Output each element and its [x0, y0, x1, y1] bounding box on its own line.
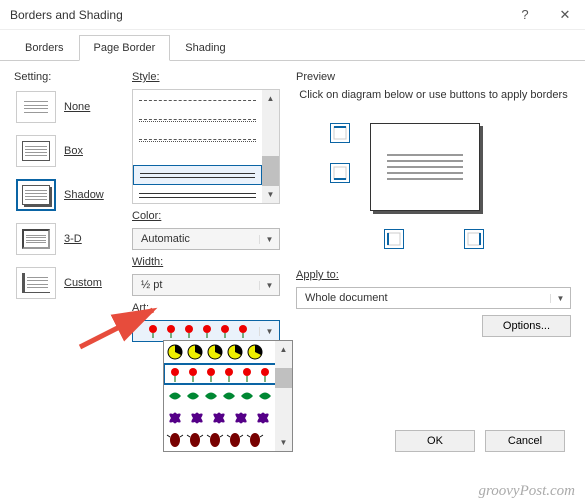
art-option-bugs[interactable]	[164, 429, 275, 451]
chevron-down-icon: ▼	[550, 294, 570, 303]
scroll-down-icon[interactable]: ▼	[262, 186, 279, 203]
scroll-down-icon[interactable]: ▼	[275, 434, 292, 451]
art-option-butterflies[interactable]	[164, 407, 275, 429]
art-dropdown[interactable]: ▼	[132, 320, 280, 342]
border-bottom-toggle[interactable]	[330, 163, 350, 183]
border-left-toggle[interactable]	[384, 229, 404, 249]
setting-none[interactable]: None	[14, 89, 124, 125]
art-label: Art:	[132, 302, 280, 314]
scroll-up-icon[interactable]: ▲	[262, 90, 279, 107]
setting-3d[interactable]: 3-D	[14, 221, 124, 257]
cancel-button[interactable]: Cancel	[485, 430, 565, 452]
preview-label: Preview	[296, 71, 571, 83]
color-value: Automatic	[141, 233, 190, 245]
close-button[interactable]: ✕	[545, 0, 585, 30]
setting-shadow[interactable]: Shadow	[14, 177, 124, 213]
border-right-toggle[interactable]	[464, 229, 484, 249]
border-top-toggle[interactable]	[330, 123, 350, 143]
chevron-down-icon: ▼	[259, 235, 279, 244]
art-list-scrollbar[interactable]: ▲ ▼	[275, 341, 292, 451]
art-option-leaves[interactable]	[164, 385, 275, 407]
chevron-down-icon: ▼	[259, 327, 279, 336]
setting-item-label: Shadow	[64, 189, 104, 201]
art-option-hazard[interactable]	[164, 341, 275, 363]
apply-to-value: Whole document	[305, 292, 388, 304]
apply-to-label: Apply to:	[296, 269, 571, 281]
color-label: Color:	[132, 210, 280, 222]
setting-item-label: None	[64, 101, 90, 113]
setting-custom[interactable]: Custom	[14, 265, 124, 301]
style-list[interactable]: ▲ ▼	[132, 89, 280, 204]
width-label: Width:	[132, 256, 280, 268]
watermark: groovyPost.com	[478, 483, 575, 500]
tab-shading[interactable]: Shading	[170, 35, 240, 61]
options-button[interactable]: Options...	[482, 315, 571, 337]
chevron-down-icon: ▼	[259, 281, 279, 290]
setting-label: Setting:	[14, 71, 124, 83]
setting-box[interactable]: Box	[14, 133, 124, 169]
width-dropdown[interactable]: ½ pt ▼	[132, 274, 280, 296]
preview-instruction: Click on diagram below or use buttons to…	[296, 89, 571, 101]
art-dropdown-list[interactable]: ▲ ▼	[163, 340, 293, 452]
scroll-up-icon[interactable]: ▲	[275, 341, 292, 358]
window-title: Borders and Shading	[10, 8, 505, 22]
art-selected-preview-icon	[145, 323, 255, 339]
art-option-flowers[interactable]	[164, 363, 275, 385]
setting-item-label: Custom	[64, 277, 102, 289]
preview-diagram[interactable]	[370, 123, 480, 211]
help-button[interactable]: ?	[505, 0, 545, 30]
setting-item-label: 3-D	[64, 233, 82, 245]
color-dropdown[interactable]: Automatic ▼	[132, 228, 280, 250]
style-label: Style:	[132, 71, 280, 83]
apply-to-dropdown[interactable]: Whole document ▼	[296, 287, 571, 309]
width-value: ½ pt	[141, 279, 162, 291]
style-scrollbar[interactable]: ▲ ▼	[262, 90, 279, 203]
setting-item-label: Box	[64, 145, 83, 157]
tab-borders[interactable]: Borders	[10, 35, 79, 61]
tab-page-border[interactable]: Page Border	[79, 35, 171, 61]
ok-button[interactable]: OK	[395, 430, 475, 452]
